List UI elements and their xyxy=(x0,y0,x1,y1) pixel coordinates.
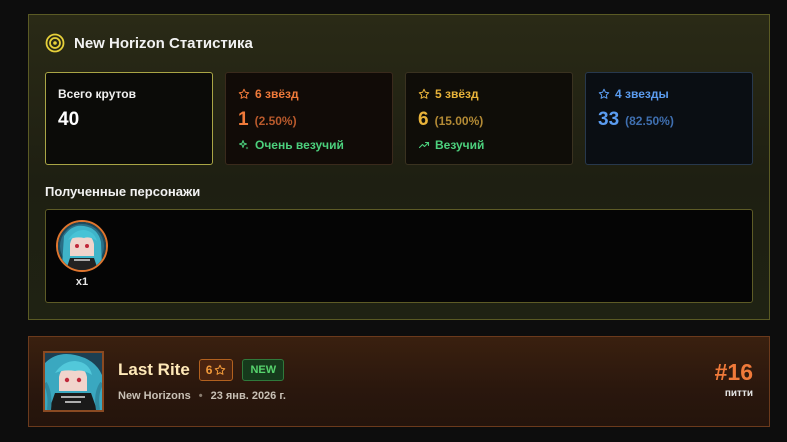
new-badge: NEW xyxy=(242,359,285,381)
panel-title: New Horizon Статистика xyxy=(74,34,253,52)
star-outline-icon xyxy=(598,88,610,100)
five-star-luck-text: Везучий xyxy=(435,138,485,152)
statistics-panel: New Horizon Статистика Всего крутов 40 6… xyxy=(28,14,770,320)
five-star-card: 5 звёзд 6 (15.00%) Везучий xyxy=(405,72,573,165)
six-star-label: 6 звёзд xyxy=(255,87,299,101)
five-star-value: 6 xyxy=(418,109,429,130)
pity-label: питти xyxy=(724,388,753,399)
pull-date: 23 янв. 2026 г. xyxy=(210,390,286,402)
total-pulls-value: 40 xyxy=(58,109,80,130)
obtained-characters-title: Полученные персонажи xyxy=(45,184,201,199)
character-name: Last Rite xyxy=(118,360,190,379)
six-star-luck-text: Очень везучий xyxy=(255,138,344,152)
character-portrait xyxy=(43,351,104,412)
star-outline-icon xyxy=(238,88,250,100)
four-star-label: 4 звезды xyxy=(615,87,669,101)
five-star-label: 5 звёзд xyxy=(435,87,479,101)
four-star-card: 4 звезды 33 (82.50%) xyxy=(585,72,753,165)
rarity-badge: 6 xyxy=(198,359,234,381)
sparkles-icon xyxy=(238,139,250,151)
rarity-value: 6 xyxy=(205,363,213,377)
pity-number: #16 xyxy=(714,359,753,385)
meta-separator: • xyxy=(198,390,203,402)
pull-history-row[interactable]: Last Rite 6 NEW New Horizons • 23 янв. 2… xyxy=(28,336,770,427)
total-pulls-card: Всего крутов 40 xyxy=(45,72,213,165)
obtained-characters-list: x1 xyxy=(45,209,753,303)
five-star-percent: (15.00%) xyxy=(434,114,484,128)
six-star-value: 1 xyxy=(238,109,249,130)
target-icon xyxy=(45,33,65,53)
star-outline-icon xyxy=(418,88,430,100)
star-outline-icon xyxy=(214,364,226,376)
six-star-card: 6 звёзд 1 (2.50%) Очень везучий xyxy=(225,72,393,165)
four-star-value: 33 xyxy=(598,109,620,130)
four-star-percent: (82.50%) xyxy=(625,114,674,128)
character-avatar[interactable] xyxy=(56,220,108,272)
character-count: x1 xyxy=(75,276,89,288)
trending-up-icon xyxy=(418,139,430,151)
pity-block: #16 питти xyxy=(715,359,753,399)
total-pulls-label: Всего крутов xyxy=(58,87,136,101)
panel-header: New Horizon Статистика xyxy=(45,33,253,53)
six-star-percent: (2.50%) xyxy=(254,114,297,128)
character-slot[interactable]: x1 xyxy=(56,220,108,288)
banner-name: New Horizons xyxy=(118,390,191,402)
